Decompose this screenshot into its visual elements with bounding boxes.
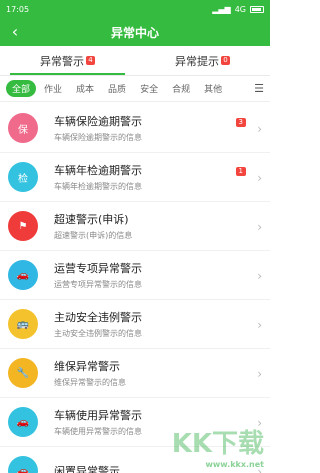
list-item[interactable]: ⚑ 超速警示(申诉) 超速警示(申诉)的信息 › (0, 202, 270, 251)
tab-label: 异常警示 (40, 54, 84, 68)
item-subtitle: 车辆年检逾期警示的信息 (54, 182, 142, 191)
signal-icon: ▂▄▆ (212, 4, 231, 14)
watermark-text: KK下载 (171, 429, 264, 459)
watermark: KK下载 www.kkx.net (172, 423, 264, 469)
battery-icon (250, 5, 264, 13)
filter-chip-other[interactable]: 其他 (198, 80, 228, 97)
bus-icon: 🚌 (8, 309, 38, 339)
item-subtitle: 主动安全违例警示的信息 (54, 329, 142, 338)
tab-label: 异常提示 (175, 54, 219, 68)
filter-chip-safety[interactable]: 安全 (134, 80, 164, 97)
chevron-left-icon[interactable]: ‹ (6, 23, 24, 41)
count-badge: 1 (235, 167, 246, 176)
car-icon: 🚗 (8, 456, 38, 473)
item-title: 车辆使用异常警示 (54, 409, 142, 422)
list-item[interactable]: 🚌 主动安全违例警示 主动安全违例警示的信息 › (0, 300, 270, 349)
chevron-right-icon: › (257, 220, 262, 234)
chevron-right-icon: › (257, 122, 262, 136)
network-label: 4G (234, 4, 246, 14)
filter-chip-compliance[interactable]: 合规 (166, 80, 196, 97)
check-icon: 检 (8, 162, 38, 192)
item-subtitle: 超速警示(申诉)的信息 (54, 231, 133, 240)
item-title: 超速警示(申诉) (54, 213, 129, 226)
count-badge: 3 (235, 118, 246, 127)
item-subtitle: 运营专项异常警示的信息 (54, 280, 142, 289)
item-text: 超速警示(申诉) 超速警示(申诉)的信息 (54, 211, 270, 241)
item-title: 主动安全违例警示 (54, 311, 142, 324)
tab-warning[interactable]: 异常警示 4 (0, 46, 135, 75)
page-title: 异常中心 (110, 25, 159, 40)
chevron-right-icon: › (257, 318, 262, 332)
list-item[interactable]: 检车辆年检逾期警示 车辆年检逾期警示的信息 1 › (0, 153, 270, 202)
list-icon[interactable]: ☰ (254, 82, 264, 95)
list-item[interactable]: 🚗 运营专项异常警示 运营专项异常警示的信息 › (0, 251, 270, 300)
item-subtitle: 维保异常警示的信息 (54, 378, 126, 387)
list-item[interactable]: 保车辆保险逾期警示 车辆保险逾期警示的信息 3 › (0, 104, 270, 153)
filter-chip-all[interactable]: 全部 (6, 80, 37, 97)
wrench-icon: 🔧 (8, 358, 38, 388)
tab-tip[interactable]: 异常提示 0 (135, 46, 270, 75)
filter-chip-quality[interactable]: 品质 (102, 80, 132, 97)
app-bar: ‹ 异常中心 (0, 18, 270, 46)
chevron-right-icon: › (257, 269, 262, 283)
item-title: 运营专项异常警示 (54, 262, 142, 275)
tab-bar: 异常警示 4 异常提示 0 (0, 46, 270, 76)
item-text: 维保异常警示维保异常警示的信息 (54, 358, 270, 388)
item-title: 维保异常警示 (54, 360, 120, 373)
item-text: 运营专项异常警示运营专项异常警示的信息 (54, 260, 270, 290)
car-icon: 🚗 (8, 407, 38, 437)
item-subtitle: 车辆保险逾期警示的信息 (54, 133, 142, 142)
status-time: 17:05 (6, 4, 30, 14)
filter-chip-cost[interactable]: 成本 (70, 80, 100, 97)
list-item[interactable]: 🔧 维保异常警示 维保异常警示的信息 › (0, 349, 270, 398)
tab-badge: 4 (86, 56, 95, 65)
tab-badge: 0 (221, 56, 230, 65)
status-bar: 17:05 ▂▄▆ 4G (0, 0, 270, 18)
shield-icon: 保 (8, 113, 38, 143)
item-text: 主动安全违例警示主动安全违例警示的信息 (54, 309, 270, 339)
filter-chip-work[interactable]: 作业 (38, 80, 68, 97)
status-icons: ▂▄▆ 4G (212, 5, 264, 14)
speed-icon: ⚑ (8, 211, 38, 241)
chevron-right-icon: › (257, 171, 262, 185)
filter-bar: 全部 作业 成本 品质 安全 合规 其他 ☰ (0, 76, 270, 102)
car-icon: 🚗 (8, 260, 38, 290)
chevron-right-icon: › (257, 367, 262, 381)
warning-list: 保车辆保险逾期警示 车辆保险逾期警示的信息 3 › 检车辆年检逾期警示 车辆年检逾期警示的… (0, 104, 270, 473)
watermark-url: www.kkx.net (205, 460, 264, 469)
